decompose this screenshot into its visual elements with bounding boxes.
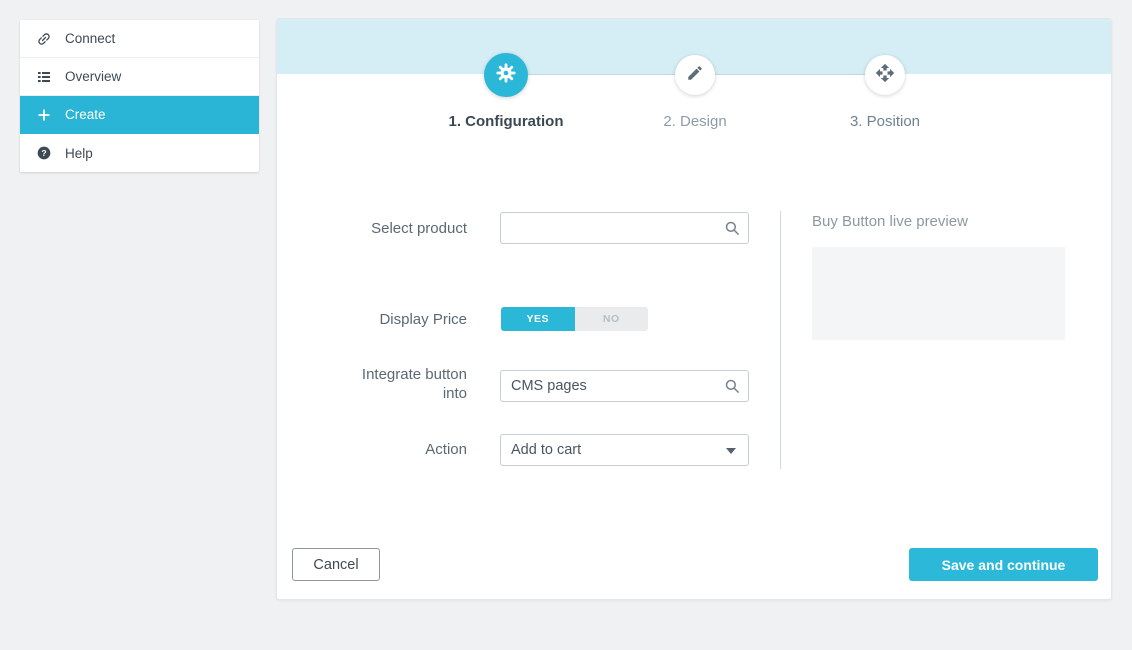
list-icon (36, 69, 52, 85)
toggle-no-option[interactable]: NO (575, 307, 649, 331)
step-label-position[interactable]: 3. Position (800, 113, 970, 130)
gear-icon (495, 62, 517, 89)
step-configuration-circle[interactable] (484, 53, 528, 97)
action-label: Action (317, 440, 467, 459)
step-design-circle[interactable] (675, 55, 715, 95)
integrate-button-into-label: Integrate button into (347, 365, 467, 403)
search-icon (723, 377, 741, 395)
step-label-configuration[interactable]: 1. Configuration (421, 113, 591, 130)
step-position-circle[interactable] (865, 55, 905, 95)
sidebar-item-connect[interactable]: Connect (20, 20, 259, 58)
select-product-label: Select product (317, 219, 467, 238)
live-preview-box: 799,00€ (812, 247, 1065, 340)
sidebar-item-label: Help (65, 146, 93, 161)
save-and-continue-button[interactable]: Save and continue (909, 548, 1098, 581)
integrate-into-input[interactable] (500, 370, 749, 402)
sidebar-item-label: Connect (65, 31, 115, 46)
sidebar-item-label: Create (65, 107, 106, 122)
link-icon (36, 31, 52, 47)
action-selected-value: Add to cart (511, 442, 581, 458)
form-preview-divider (780, 211, 781, 469)
live-preview-title: Buy Button live preview (812, 213, 968, 230)
select-product-input[interactable] (500, 212, 749, 244)
sidebar-item-help[interactable]: ? Help (20, 134, 259, 172)
chevron-down-icon (726, 448, 736, 454)
sidebar-item-create[interactable]: Create (20, 96, 259, 134)
step-label-design[interactable]: 2. Design (610, 113, 780, 130)
action-select[interactable]: Add to cart (500, 434, 749, 466)
help-circle-icon: ? (36, 145, 52, 161)
create-buy-button-panel: 1. Configuration 2. Design 3. Position S… (276, 18, 1112, 600)
sidebar-item-label: Overview (65, 69, 121, 84)
display-price-toggle[interactable]: YES NO (501, 307, 648, 331)
toggle-yes-option[interactable]: YES (501, 307, 575, 331)
sidebar-item-overview[interactable]: Overview (20, 58, 259, 96)
cancel-button[interactable]: Cancel (292, 548, 380, 581)
pencil-icon (686, 64, 704, 87)
plus-icon (36, 107, 52, 123)
search-icon (723, 219, 741, 237)
display-price-label: Display Price (317, 310, 467, 329)
move-icon (875, 63, 895, 88)
sidebar: Connect Overview Create ? Help (20, 20, 259, 172)
svg-text:?: ? (41, 148, 46, 158)
